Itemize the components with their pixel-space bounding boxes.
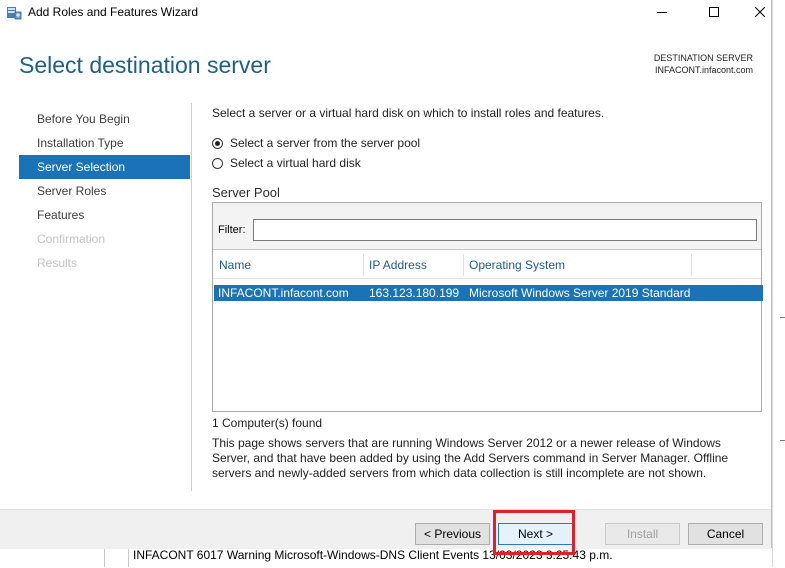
background-app-right-edge <box>772 0 785 567</box>
close-button[interactable] <box>737 0 783 24</box>
install-button: Install <box>605 523 680 545</box>
cancel-button[interactable]: Cancel <box>688 523 763 545</box>
row-server-name: INFACONT.infacont.com <box>218 286 349 300</box>
table-header: Name IP Address Operating System <box>213 250 761 279</box>
server-pool-heading: Server Pool <box>212 185 280 200</box>
server-pool-option[interactable]: Select a server from the server pool <box>212 136 420 150</box>
nav-item-server-roles[interactable]: Server Roles <box>19 179 190 203</box>
column-separator <box>691 254 692 276</box>
row-operating-system: Microsoft Windows Server 2019 Standard <box>469 286 691 300</box>
title-bar: Add Roles and Features Wizard <box>0 0 771 24</box>
page-title: Select destination server <box>19 52 271 78</box>
computer-count: 1 Computer(s) found <box>212 416 323 430</box>
wizard-nav: Before You Begin Installation Type Serve… <box>19 107 190 275</box>
destination-server-info: DESTINATION SERVER INFACONT.infacont.com <box>654 52 753 76</box>
virtual-hard-disk-option-label: Select a virtual hard disk <box>230 156 361 170</box>
column-header-name[interactable]: Name <box>219 258 251 272</box>
filter-label: Filter: <box>218 224 246 236</box>
nav-divider <box>191 103 192 491</box>
description-text: This page shows servers that are running… <box>212 436 729 480</box>
virtual-hard-disk-radio[interactable] <box>212 157 223 169</box>
nav-item-confirmation: Confirmation <box>37 232 106 246</box>
maximize-button[interactable] <box>691 0 737 24</box>
column-header-ip-address[interactable]: IP Address <box>369 258 427 272</box>
maximize-icon <box>709 7 719 17</box>
nav-item-features[interactable]: Features <box>19 203 190 227</box>
wizard-window: Add Roles and Features Wizard Select des… <box>0 0 772 549</box>
server-pool-option-label: Select a server from the server pool <box>230 136 421 150</box>
minimize-button[interactable] <box>639 0 685 24</box>
minimize-icon <box>657 7 667 17</box>
nav-item-server-selection[interactable]: Server Selection <box>19 155 190 179</box>
filter-row: Filter: <box>213 203 761 250</box>
destination-server-name: INFACONT.infacont.com <box>654 65 753 75</box>
close-icon <box>755 7 765 17</box>
virtual-hard-disk-option[interactable]: Select a virtual hard disk <box>212 156 361 170</box>
destination-server-label: DESTINATION SERVER <box>653 53 753 63</box>
row-ip-address: 163.123.180.199 <box>369 286 460 300</box>
window-title: Add Roles and Features Wizard <box>28 5 199 19</box>
column-separator <box>463 254 464 276</box>
server-pool-table: Filter: Name IP Address Operating System… <box>212 202 763 412</box>
column-separator <box>363 254 364 276</box>
next-button-highlight <box>493 510 575 555</box>
nav-item-before-you-begin[interactable]: Before You Begin <box>19 107 190 131</box>
wizard-footer: < Previous Next > Install Cancel <box>0 509 771 549</box>
previous-button[interactable]: < Previous <box>415 523 490 545</box>
nav-item-installation-type[interactable]: Installation Type <box>19 131 190 155</box>
server-pool-radio[interactable] <box>212 137 223 149</box>
filter-input[interactable] <box>253 219 757 241</box>
background-app-event-text: INFACONT 6017 Warning Microsoft-Windows-… <box>133 548 613 562</box>
column-header-operating-system[interactable]: Operating System <box>469 258 565 272</box>
instruction-text: Select a server or a virtual hard disk o… <box>212 106 605 120</box>
nav-item-results: Results <box>37 256 78 270</box>
table-row[interactable]: INFACONT.infacont.com 163.123.180.199 Mi… <box>214 285 763 301</box>
server-manager-icon <box>6 4 22 20</box>
